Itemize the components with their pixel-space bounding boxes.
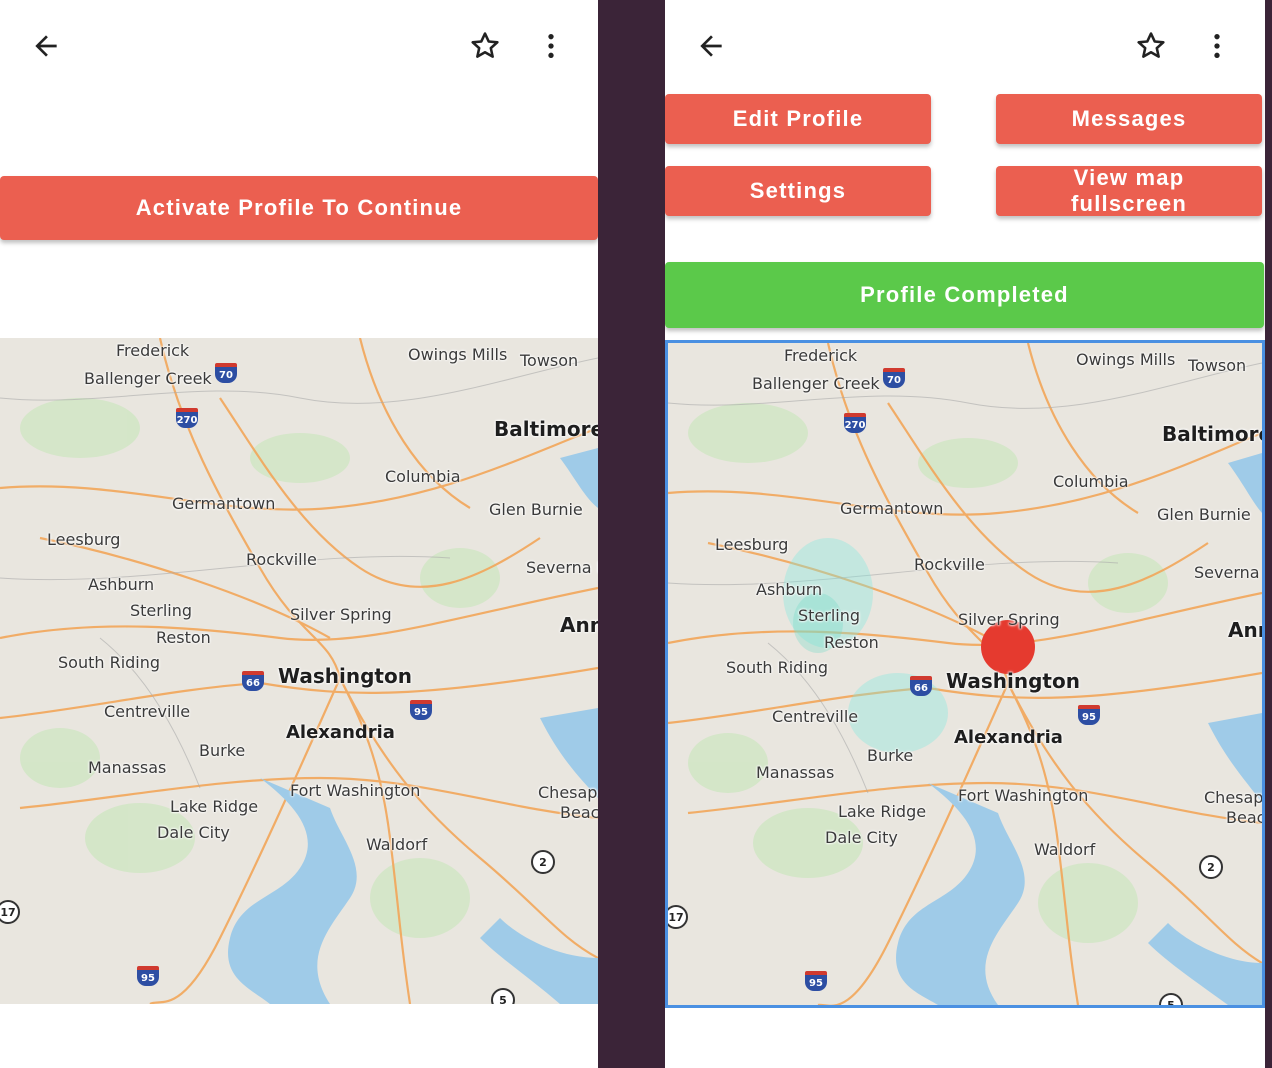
map-label: Rockville bbox=[246, 550, 317, 569]
map-label: Lake Ridge bbox=[838, 802, 927, 821]
star-icon[interactable] bbox=[467, 28, 503, 64]
map-label: Severna P bbox=[526, 558, 598, 577]
right-screen: Edit Profile Messages Settings View map … bbox=[665, 0, 1265, 1068]
map-view[interactable]: Frederick Ballenger Creek Owings Mills T… bbox=[0, 338, 598, 1004]
map-label: Lake Ridge bbox=[170, 797, 259, 816]
map-label: Rockville bbox=[914, 555, 985, 574]
map-label: Columbia bbox=[1053, 472, 1129, 491]
interstate-shield: 66 bbox=[242, 671, 264, 691]
map-label: Chesape bbox=[1204, 788, 1264, 807]
map-label: Baltimore bbox=[494, 417, 598, 441]
messages-button[interactable]: Messages bbox=[996, 94, 1262, 144]
map-label: Burke bbox=[867, 746, 914, 765]
back-arrow-icon[interactable] bbox=[28, 28, 64, 64]
map-label: South Riding bbox=[58, 653, 161, 672]
map-view[interactable]: Frederick Ballenger Creek Owings Mills T… bbox=[665, 340, 1265, 1008]
map-label: Manassas bbox=[88, 758, 167, 777]
map-label: Washington bbox=[278, 664, 412, 688]
interstate-shield: 66 bbox=[910, 676, 932, 696]
map-label: Germantown bbox=[840, 499, 944, 518]
map-label: Reston bbox=[156, 628, 211, 647]
interstate-shield: 95 bbox=[137, 966, 159, 986]
map-label: Silver Spring bbox=[958, 610, 1060, 629]
map-label: Sterling bbox=[130, 601, 193, 620]
top-app-bar bbox=[665, 0, 1265, 94]
map-label: Waldorf bbox=[366, 835, 428, 854]
map-label: Anna bbox=[560, 613, 598, 637]
interstate-shield: 270 bbox=[844, 413, 866, 433]
map-label: Severna P bbox=[1194, 563, 1262, 582]
map-label: Leesburg bbox=[47, 530, 121, 549]
map-label: Baltimore bbox=[1162, 422, 1265, 446]
map-label: Towson bbox=[1188, 356, 1247, 375]
map-label: Dale City bbox=[157, 823, 230, 842]
more-vert-icon[interactable] bbox=[533, 28, 569, 64]
map-label: Ashburn bbox=[88, 575, 155, 594]
map-label: Germantown bbox=[172, 494, 276, 513]
map-label: Owings Mills bbox=[1076, 350, 1176, 369]
map-label: Ballenger Creek bbox=[84, 369, 212, 388]
map-label: Frederick bbox=[784, 346, 858, 365]
back-arrow-icon[interactable] bbox=[693, 28, 729, 64]
map-label: Centreville bbox=[104, 702, 191, 721]
map-label: Ann bbox=[1228, 618, 1262, 642]
map-label: Silver Spring bbox=[290, 605, 392, 624]
top-app-bar bbox=[0, 0, 598, 94]
star-icon[interactable] bbox=[1133, 28, 1169, 64]
interstate-shield: 95 bbox=[1078, 705, 1100, 725]
map-label: South Riding bbox=[726, 658, 829, 677]
settings-button[interactable]: Settings bbox=[665, 166, 931, 216]
map-label: Beac bbox=[560, 803, 598, 822]
interstate-shield: 95 bbox=[805, 971, 827, 991]
edit-profile-button[interactable]: Edit Profile bbox=[665, 94, 931, 144]
map-label: Towson bbox=[520, 351, 579, 370]
map-label: Washington bbox=[946, 669, 1080, 693]
view-map-fullscreen-button[interactable]: View map fullscreen bbox=[996, 165, 1262, 216]
route-marker: 17 bbox=[668, 905, 688, 929]
more-vert-icon[interactable] bbox=[1199, 28, 1235, 64]
interstate-shield: 70 bbox=[883, 368, 905, 388]
interstate-shield: 95 bbox=[410, 700, 432, 720]
map-label: Waldorf bbox=[1034, 840, 1096, 859]
map-label: Fort Washington bbox=[290, 781, 421, 800]
map-label: Dale City bbox=[825, 828, 898, 847]
map-label: Ballenger Creek bbox=[752, 374, 880, 393]
interstate-shield: 70 bbox=[215, 363, 237, 383]
interstate-shield: 270 bbox=[176, 408, 198, 428]
map-label: Beac bbox=[1226, 808, 1265, 827]
left-screen: Activate Profile To Continue Frederick B… bbox=[0, 0, 598, 1068]
map-label: Manassas bbox=[756, 763, 835, 782]
route-marker: 2 bbox=[1199, 855, 1223, 879]
map-label: Leesburg bbox=[715, 535, 789, 554]
map-label: Ashburn bbox=[756, 580, 823, 599]
activate-profile-button[interactable]: Activate Profile To Continue bbox=[0, 176, 598, 240]
map-label: Alexandria bbox=[954, 727, 1063, 748]
map-label: Burke bbox=[199, 741, 246, 760]
map-label: Sterling bbox=[798, 606, 861, 625]
route-marker: 2 bbox=[531, 850, 555, 874]
map-label: Fort Washington bbox=[958, 786, 1089, 805]
map-label: Frederick bbox=[116, 341, 190, 360]
map-label: Chesape bbox=[538, 783, 598, 802]
map-label: Owings Mills bbox=[408, 345, 508, 364]
map-label: Glen Burnie bbox=[489, 500, 583, 519]
profile-completed-button[interactable]: Profile Completed bbox=[665, 262, 1264, 328]
map-label: Alexandria bbox=[286, 722, 395, 743]
map-label: Columbia bbox=[385, 467, 461, 486]
map-label: Reston bbox=[824, 633, 879, 652]
map-label: Centreville bbox=[772, 707, 859, 726]
map-label: Glen Burnie bbox=[1157, 505, 1251, 524]
